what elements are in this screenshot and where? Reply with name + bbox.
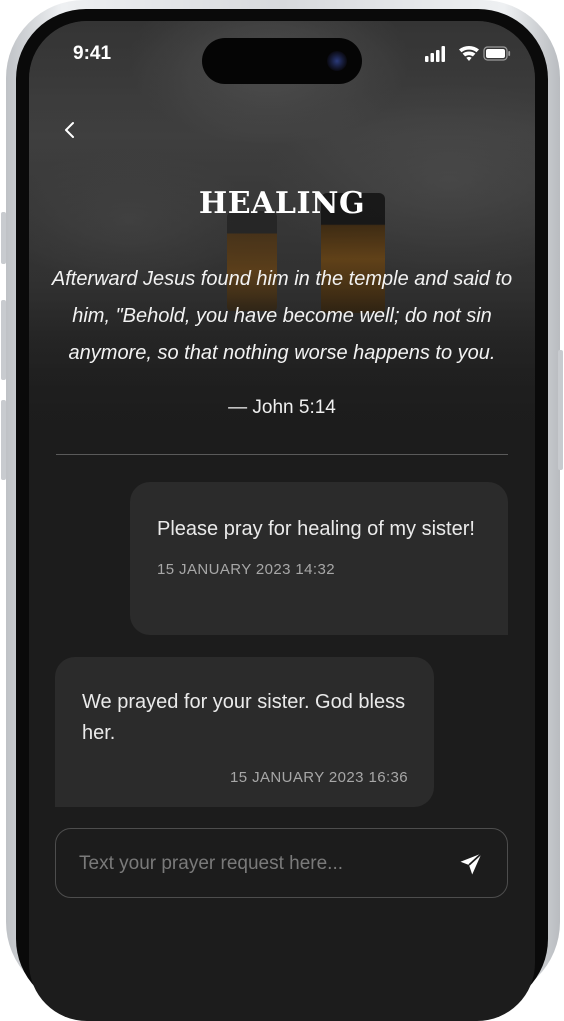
cellular-signal-icon <box>425 46 445 62</box>
prayer-input-container <box>55 828 508 899</box>
reply-message-bubble: We prayed for your sister. God bless her… <box>55 657 434 807</box>
volume-down-button <box>1 400 6 480</box>
camera-icon <box>327 51 347 71</box>
status-time: 9:41 <box>73 43 112 64</box>
action-button <box>1 212 6 264</box>
send-button[interactable] <box>458 851 484 877</box>
message-text: We prayed for your sister. God bless her… <box>82 691 406 744</box>
volume-up-button <box>1 300 6 380</box>
verse-reference: — John 5:14 <box>228 397 336 418</box>
message-text: Please pray for healing of my sister! <box>157 518 475 540</box>
message-timestamp: 15 JANUARY 2023 16:36 <box>230 769 408 786</box>
divider <box>56 454 508 455</box>
prayer-request-input[interactable] <box>77 829 441 899</box>
verse-text: Afterward Jesus found him in the temple … <box>51 268 513 364</box>
page-title: HEALING <box>198 186 366 221</box>
user-message-bubble: Please pray for healing of my sister! 15… <box>130 482 508 635</box>
app-screen: 9:41 HEALING Afterward Jesus found him i… <box>29 21 535 1021</box>
battery-icon <box>483 46 511 61</box>
status-icons <box>425 45 511 62</box>
back-button[interactable] <box>57 117 85 145</box>
message-timestamp: 15 JANUARY 2023 14:32 <box>157 561 335 578</box>
chevron-left-icon <box>65 122 74 138</box>
wifi-icon <box>459 45 479 61</box>
send-icon <box>460 852 483 875</box>
power-button <box>558 350 563 470</box>
